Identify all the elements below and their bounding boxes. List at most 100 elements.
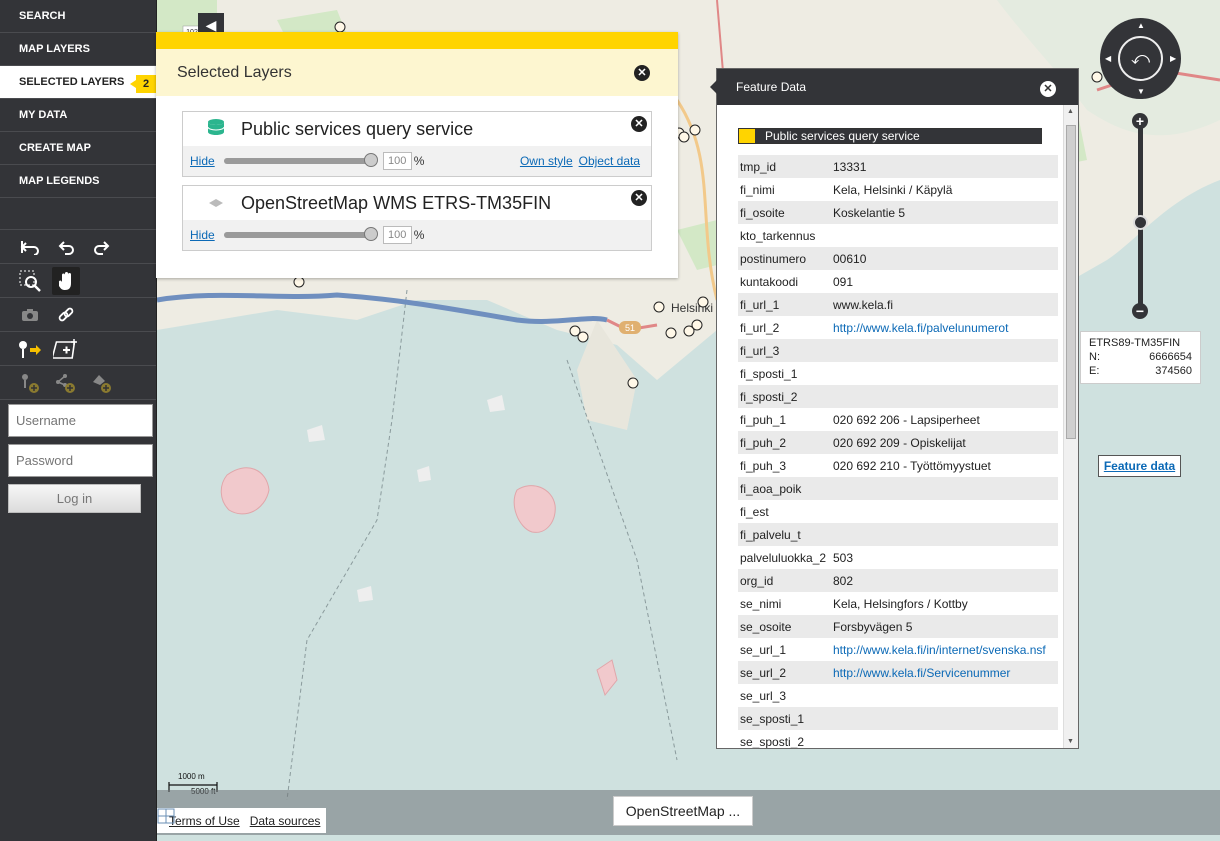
feature-data-scrollbar[interactable]: ▲ ▼: [1063, 105, 1078, 748]
hide-layer-link[interactable]: Hide: [190, 228, 215, 242]
object-data-link[interactable]: Object data: [579, 154, 640, 168]
layer-controls: Hide 100 %: [183, 220, 651, 250]
attribute-key: se_url_1: [740, 642, 787, 657]
reset-view-icon[interactable]: [16, 233, 44, 261]
attribute-row: fi_puh_3 020 692 210 - Työttömyystuet: [738, 454, 1058, 477]
pan-left-icon[interactable]: ◀: [1105, 54, 1111, 63]
attribute-key: fi_puh_3: [740, 458, 787, 473]
add-feature-icon[interactable]: [52, 335, 80, 363]
panel-accent-stripe: [156, 32, 678, 49]
pan-up-icon[interactable]: ▲: [1137, 21, 1145, 30]
toolbar-history: [0, 230, 156, 264]
slider-handle[interactable]: [363, 153, 378, 167]
attribute-row: se_url_1 http://www.kela.fi/in/internet/s…: [738, 638, 1058, 661]
attribute-row: fi_est: [738, 500, 1058, 523]
toolbar-measure: [0, 332, 156, 366]
attribute-link[interactable]: http://www.kela.fi/palvelunumerot: [831, 316, 1058, 339]
attribute-key: fi_osoite: [740, 205, 785, 220]
pan-down-icon[interactable]: ▼: [1137, 87, 1145, 96]
attribute-row: fi_url_3: [738, 339, 1058, 362]
layer-card-public-services: Public services query service ✕ Hide 100…: [182, 111, 652, 177]
scroll-up-icon[interactable]: ▲: [1067, 108, 1074, 115]
attribute-value: 020 692 209 - Opiskelijat: [833, 435, 966, 450]
attribute-value: [831, 500, 1058, 523]
map-footer: Terms of Use Data sources: [157, 808, 327, 833]
nav-search[interactable]: SEARCH: [0, 0, 156, 33]
attribute-row: fi_puh_1 020 692 206 - Lapsiperheet: [738, 408, 1058, 431]
nav-label: SELECTED LAYERS: [19, 76, 125, 88]
attribute-link[interactable]: http://www.kela.fi/Servicenummer: [831, 661, 1058, 684]
add-line-icon[interactable]: [52, 369, 80, 397]
feature-data-header: Feature Data ✕: [710, 69, 1078, 105]
password-field[interactable]: [8, 444, 153, 477]
layer-title-row: Public services query service ✕: [183, 112, 651, 146]
nav-map-layers[interactable]: MAP LAYERS: [0, 33, 156, 66]
username-field[interactable]: [8, 404, 153, 437]
attribute-key: fi_est: [740, 504, 769, 519]
attribute-row: palveluluokka_2 503: [738, 546, 1058, 569]
attribute-value: [831, 730, 1058, 748]
hide-layer-link[interactable]: Hide: [190, 154, 215, 168]
login-button[interactable]: Log in: [8, 484, 141, 513]
slider-fill: [223, 232, 374, 238]
attribute-value: Kela, Helsingfors / Kottby: [833, 596, 968, 611]
attribute-row: fi_puh_2 020 692 209 - Opiskelijat: [738, 431, 1058, 454]
remove-layer-icon[interactable]: ✕: [631, 190, 647, 206]
terms-of-use-link[interactable]: Terms of Use: [169, 814, 240, 828]
nav-create-map[interactable]: CREATE MAP: [0, 132, 156, 165]
attribute-value: 00610: [833, 251, 867, 266]
attribute-row: se_sposti_1: [738, 707, 1058, 730]
attribute-value: [831, 339, 1058, 362]
marker-icon[interactable]: [16, 335, 44, 363]
opacity-slider[interactable]: [223, 153, 378, 167]
scroll-down-icon[interactable]: ▼: [1067, 738, 1074, 745]
attribute-key: fi_nimi: [740, 182, 775, 197]
selected-layers-count-badge: 2: [130, 75, 156, 93]
close-icon[interactable]: ✕: [634, 65, 650, 81]
undo-icon[interactable]: [52, 233, 80, 261]
remove-layer-icon[interactable]: ✕: [631, 116, 647, 132]
background-map-switch[interactable]: OpenStreetMap ...: [613, 796, 753, 826]
reset-view-icon[interactable]: ⤺: [1118, 36, 1163, 81]
attribute-key: se_osoite: [740, 619, 792, 634]
opacity-slider[interactable]: [223, 227, 378, 241]
nav-selected-layers[interactable]: SELECTED LAYERS 2: [0, 66, 156, 99]
attribute-link[interactable]: http://www.kela.fi/in/internet/svenska.n…: [831, 638, 1058, 661]
scrollbar-thumb[interactable]: [1066, 125, 1076, 439]
slider-handle[interactable]: [363, 227, 378, 241]
redo-icon[interactable]: [88, 233, 116, 261]
n-value: 6666654: [1149, 351, 1192, 363]
attribute-key: se_nimi: [740, 596, 782, 611]
pan-control[interactable]: ▲ ▼ ◀ ▶ ⤺: [1100, 18, 1181, 99]
attribute-row: kuntakoodi 091: [738, 270, 1058, 293]
close-icon[interactable]: ✕: [1040, 81, 1056, 97]
attribute-key: fi_url_1: [740, 297, 780, 312]
camera-icon[interactable]: [16, 301, 44, 329]
feature-data-button[interactable]: Feature data: [1098, 455, 1181, 477]
projection-label: ETRS89-TM35FIN: [1089, 337, 1181, 349]
zoom-out-button[interactable]: −: [1132, 303, 1148, 319]
add-point-icon[interactable]: [16, 369, 44, 397]
attribute-value: Koskelantie 5: [833, 205, 906, 220]
data-sources-link[interactable]: Data sources: [250, 814, 321, 828]
zoom-in-button[interactable]: +: [1132, 113, 1148, 129]
sidebar: SEARCH MAP LAYERS SELECTED LAYERS 2 MY DA…: [0, 0, 157, 841]
layer-name: OpenStreetMap WMS ETRS-TM35FIN: [241, 192, 552, 213]
link-icon[interactable]: [52, 301, 80, 329]
pan-right-icon[interactable]: ▶: [1170, 54, 1176, 63]
own-style-link[interactable]: Own style: [520, 154, 573, 168]
attribute-row: kto_tarkennus: [738, 224, 1058, 247]
nav-map-legends[interactable]: MAP LEGENDS: [0, 165, 156, 198]
opacity-input[interactable]: 100: [382, 152, 412, 170]
attribute-value: 13331: [833, 159, 867, 174]
nav-my-data[interactable]: MY DATA: [0, 99, 156, 132]
zoom-slider-handle[interactable]: [1133, 215, 1148, 230]
attribute-row: org_id 802: [738, 569, 1058, 592]
pan-hand-icon[interactable]: [52, 266, 80, 295]
zoom-box-icon[interactable]: [16, 267, 44, 295]
add-area-icon[interactable]: [88, 369, 116, 397]
feature-data-title: Feature Data: [736, 80, 807, 94]
opacity-input[interactable]: 100: [382, 226, 412, 244]
percent-sign: %: [413, 154, 425, 168]
attribute-row: fi_osoite Koskelantie 5: [738, 201, 1058, 224]
